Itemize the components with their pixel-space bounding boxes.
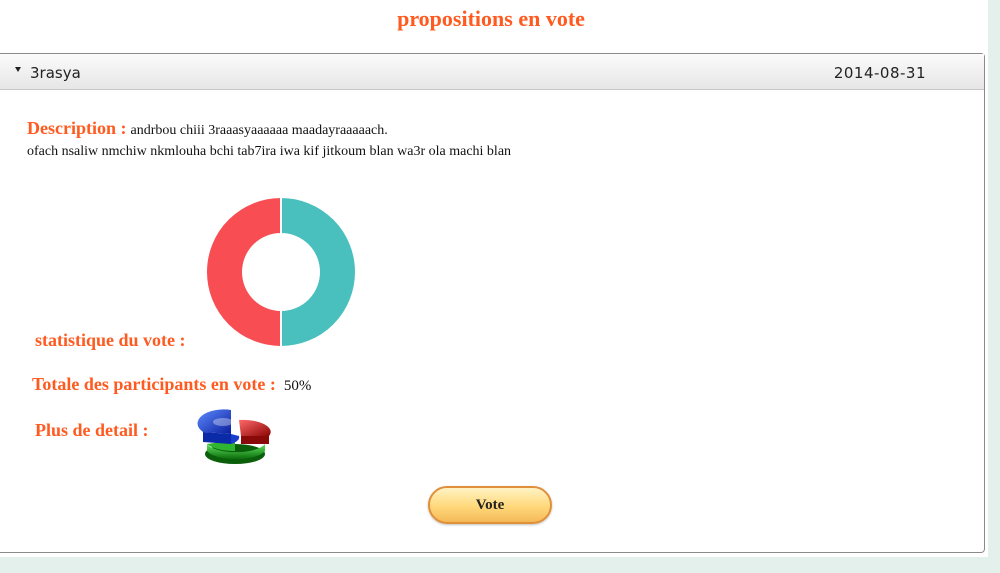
total-value: 50% xyxy=(283,378,312,394)
caret-down-icon[interactable] xyxy=(15,67,21,72)
proposal-header[interactable]: 3rasya 2014-08-31 xyxy=(0,54,984,90)
vote-button[interactable]: Vote xyxy=(428,486,552,524)
total-participants-row: Totale des participants en vote : 50% xyxy=(32,374,311,395)
description-row: Description : andrbou chiii 3raaasyaaaaa… xyxy=(27,118,927,139)
proposal-panel: 3rasya 2014-08-31 Description : andrbou … xyxy=(0,53,985,553)
detail-label: Plus de detail : xyxy=(35,420,149,440)
page-title: propositions en vote xyxy=(397,6,585,31)
proposal-name: 3rasya xyxy=(30,64,81,82)
vote-donut-chart xyxy=(205,196,357,348)
donut-slice-0 xyxy=(280,196,357,348)
proposal-date: 2014-08-31 xyxy=(833,64,926,82)
description-text-line1: andrbou chiii 3raaasyaaaaaa maadayraaaaa… xyxy=(130,123,388,138)
stats-label: statistique du vote : xyxy=(35,330,186,350)
description-text-line2: ofach nsaliw nmchiw nkmlouha bchi tab7ir… xyxy=(27,144,512,159)
description-label: Description : xyxy=(27,118,127,138)
total-label: Totale des participants en vote : xyxy=(32,374,276,394)
page-background-bottom xyxy=(0,557,1000,573)
3d-pie-chart-icon[interactable] xyxy=(195,402,275,470)
page-background-right xyxy=(988,0,1000,573)
donut-slice-1 xyxy=(205,196,282,348)
